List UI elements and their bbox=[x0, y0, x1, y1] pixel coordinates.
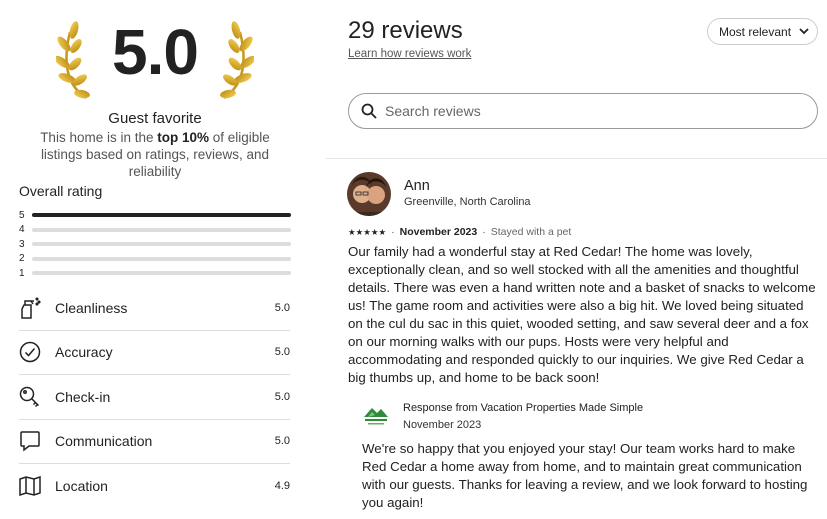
reviewer-avatar[interactable] bbox=[347, 172, 391, 216]
review-meta: ★★★★★ · November 2023 · Stayed with a pe… bbox=[348, 226, 571, 238]
category-label: Cleanliness bbox=[55, 299, 128, 316]
category-label: Accuracy bbox=[55, 344, 113, 361]
overall-score: 5.0 bbox=[112, 16, 199, 88]
divider bbox=[326, 158, 827, 159]
key-icon bbox=[19, 385, 55, 409]
category-score: 4.9 bbox=[274, 480, 290, 493]
rating-bar-row: 2 bbox=[19, 252, 291, 267]
reviewer-name: Ann bbox=[404, 178, 430, 194]
category-score: 5.0 bbox=[274, 390, 290, 403]
rating-bar-track bbox=[32, 271, 291, 276]
category-location: Location 4.9 bbox=[19, 464, 290, 509]
host-response-text: We're so happy that you enjoyed your sta… bbox=[362, 441, 808, 510]
rating-bar-label: 2 bbox=[19, 253, 25, 265]
guest-favorite-title: Guest favorite bbox=[108, 110, 202, 127]
rating-bar-row: 5 bbox=[19, 208, 291, 223]
rating-bar-label: 5 bbox=[19, 209, 25, 221]
chat-bubble-icon bbox=[19, 429, 55, 453]
category-ratings: Cleanliness 5.0 Accuracy 5.0 Check-in 5.… bbox=[19, 286, 290, 509]
rating-bar-label: 4 bbox=[19, 224, 25, 236]
category-communication: Communication 5.0 bbox=[19, 420, 290, 464]
search-input[interactable] bbox=[385, 103, 785, 119]
sort-dropdown[interactable]: Most relevant bbox=[707, 18, 818, 45]
category-score: 5.0 bbox=[274, 435, 290, 448]
check-circle-icon bbox=[19, 340, 55, 364]
guest-favorite-description: This home is in the top 10% of eligible … bbox=[40, 130, 270, 179]
rating-summary-panel: 5.0 Guest favorite This home is in the t… bbox=[0, 0, 310, 519]
reviews-count-title: 29 reviews bbox=[348, 17, 463, 44]
sort-label: Most relevant bbox=[719, 24, 792, 39]
host-response-title: Response from Vacation Properties Made S… bbox=[403, 402, 644, 414]
rating-bar-track bbox=[32, 256, 291, 261]
rating-bar-fill bbox=[32, 213, 291, 218]
category-label: Location bbox=[55, 478, 108, 495]
chevron-down-icon bbox=[799, 28, 809, 35]
category-score: 5.0 bbox=[274, 301, 290, 314]
guest-favorite-hero: 5.0 bbox=[0, 8, 310, 108]
reviewer-location: Greenville, North Carolina bbox=[404, 196, 531, 208]
learn-how-reviews-work-link[interactable]: Learn how reviews work bbox=[348, 48, 471, 60]
rating-bar-track bbox=[32, 227, 291, 232]
category-label: Communication bbox=[55, 433, 153, 450]
laurel-right-icon bbox=[220, 21, 254, 100]
category-label: Check-in bbox=[55, 388, 111, 405]
category-cleanliness: Cleanliness 5.0 bbox=[19, 286, 290, 331]
category-check-in: Check-in 5.0 bbox=[19, 375, 290, 420]
overall-rating-label: Overall rating bbox=[19, 183, 103, 199]
separator-dot: · bbox=[482, 226, 486, 238]
rating-bar-label: 1 bbox=[19, 267, 25, 279]
host-response-date: November 2023 bbox=[403, 419, 482, 431]
category-accuracy: Accuracy 5.0 bbox=[19, 331, 290, 375]
review-text: Our family had a wonderful stay at Red C… bbox=[348, 244, 816, 385]
search-icon bbox=[361, 103, 377, 119]
rating-distribution: 5 4 3 2 1 bbox=[19, 208, 291, 281]
star-rating: ★★★★★ bbox=[348, 226, 387, 237]
rating-bar-row: 4 bbox=[19, 223, 291, 238]
spray-bottle-icon bbox=[19, 296, 55, 320]
review-date: November 2023 bbox=[399, 226, 478, 238]
rating-bar-track bbox=[32, 213, 291, 218]
category-score: 5.0 bbox=[274, 346, 290, 359]
stay-type: Stayed with a pet bbox=[490, 226, 572, 238]
map-icon bbox=[19, 474, 55, 498]
search-reviews-field[interactable] bbox=[348, 93, 818, 129]
rating-bar-label: 3 bbox=[19, 238, 25, 250]
rating-bar-row: 1 bbox=[19, 266, 291, 281]
host-logo bbox=[362, 403, 390, 429]
separator-dot: · bbox=[391, 226, 395, 238]
rating-bar-track bbox=[32, 242, 291, 247]
rating-bar-row: 3 bbox=[19, 237, 291, 252]
